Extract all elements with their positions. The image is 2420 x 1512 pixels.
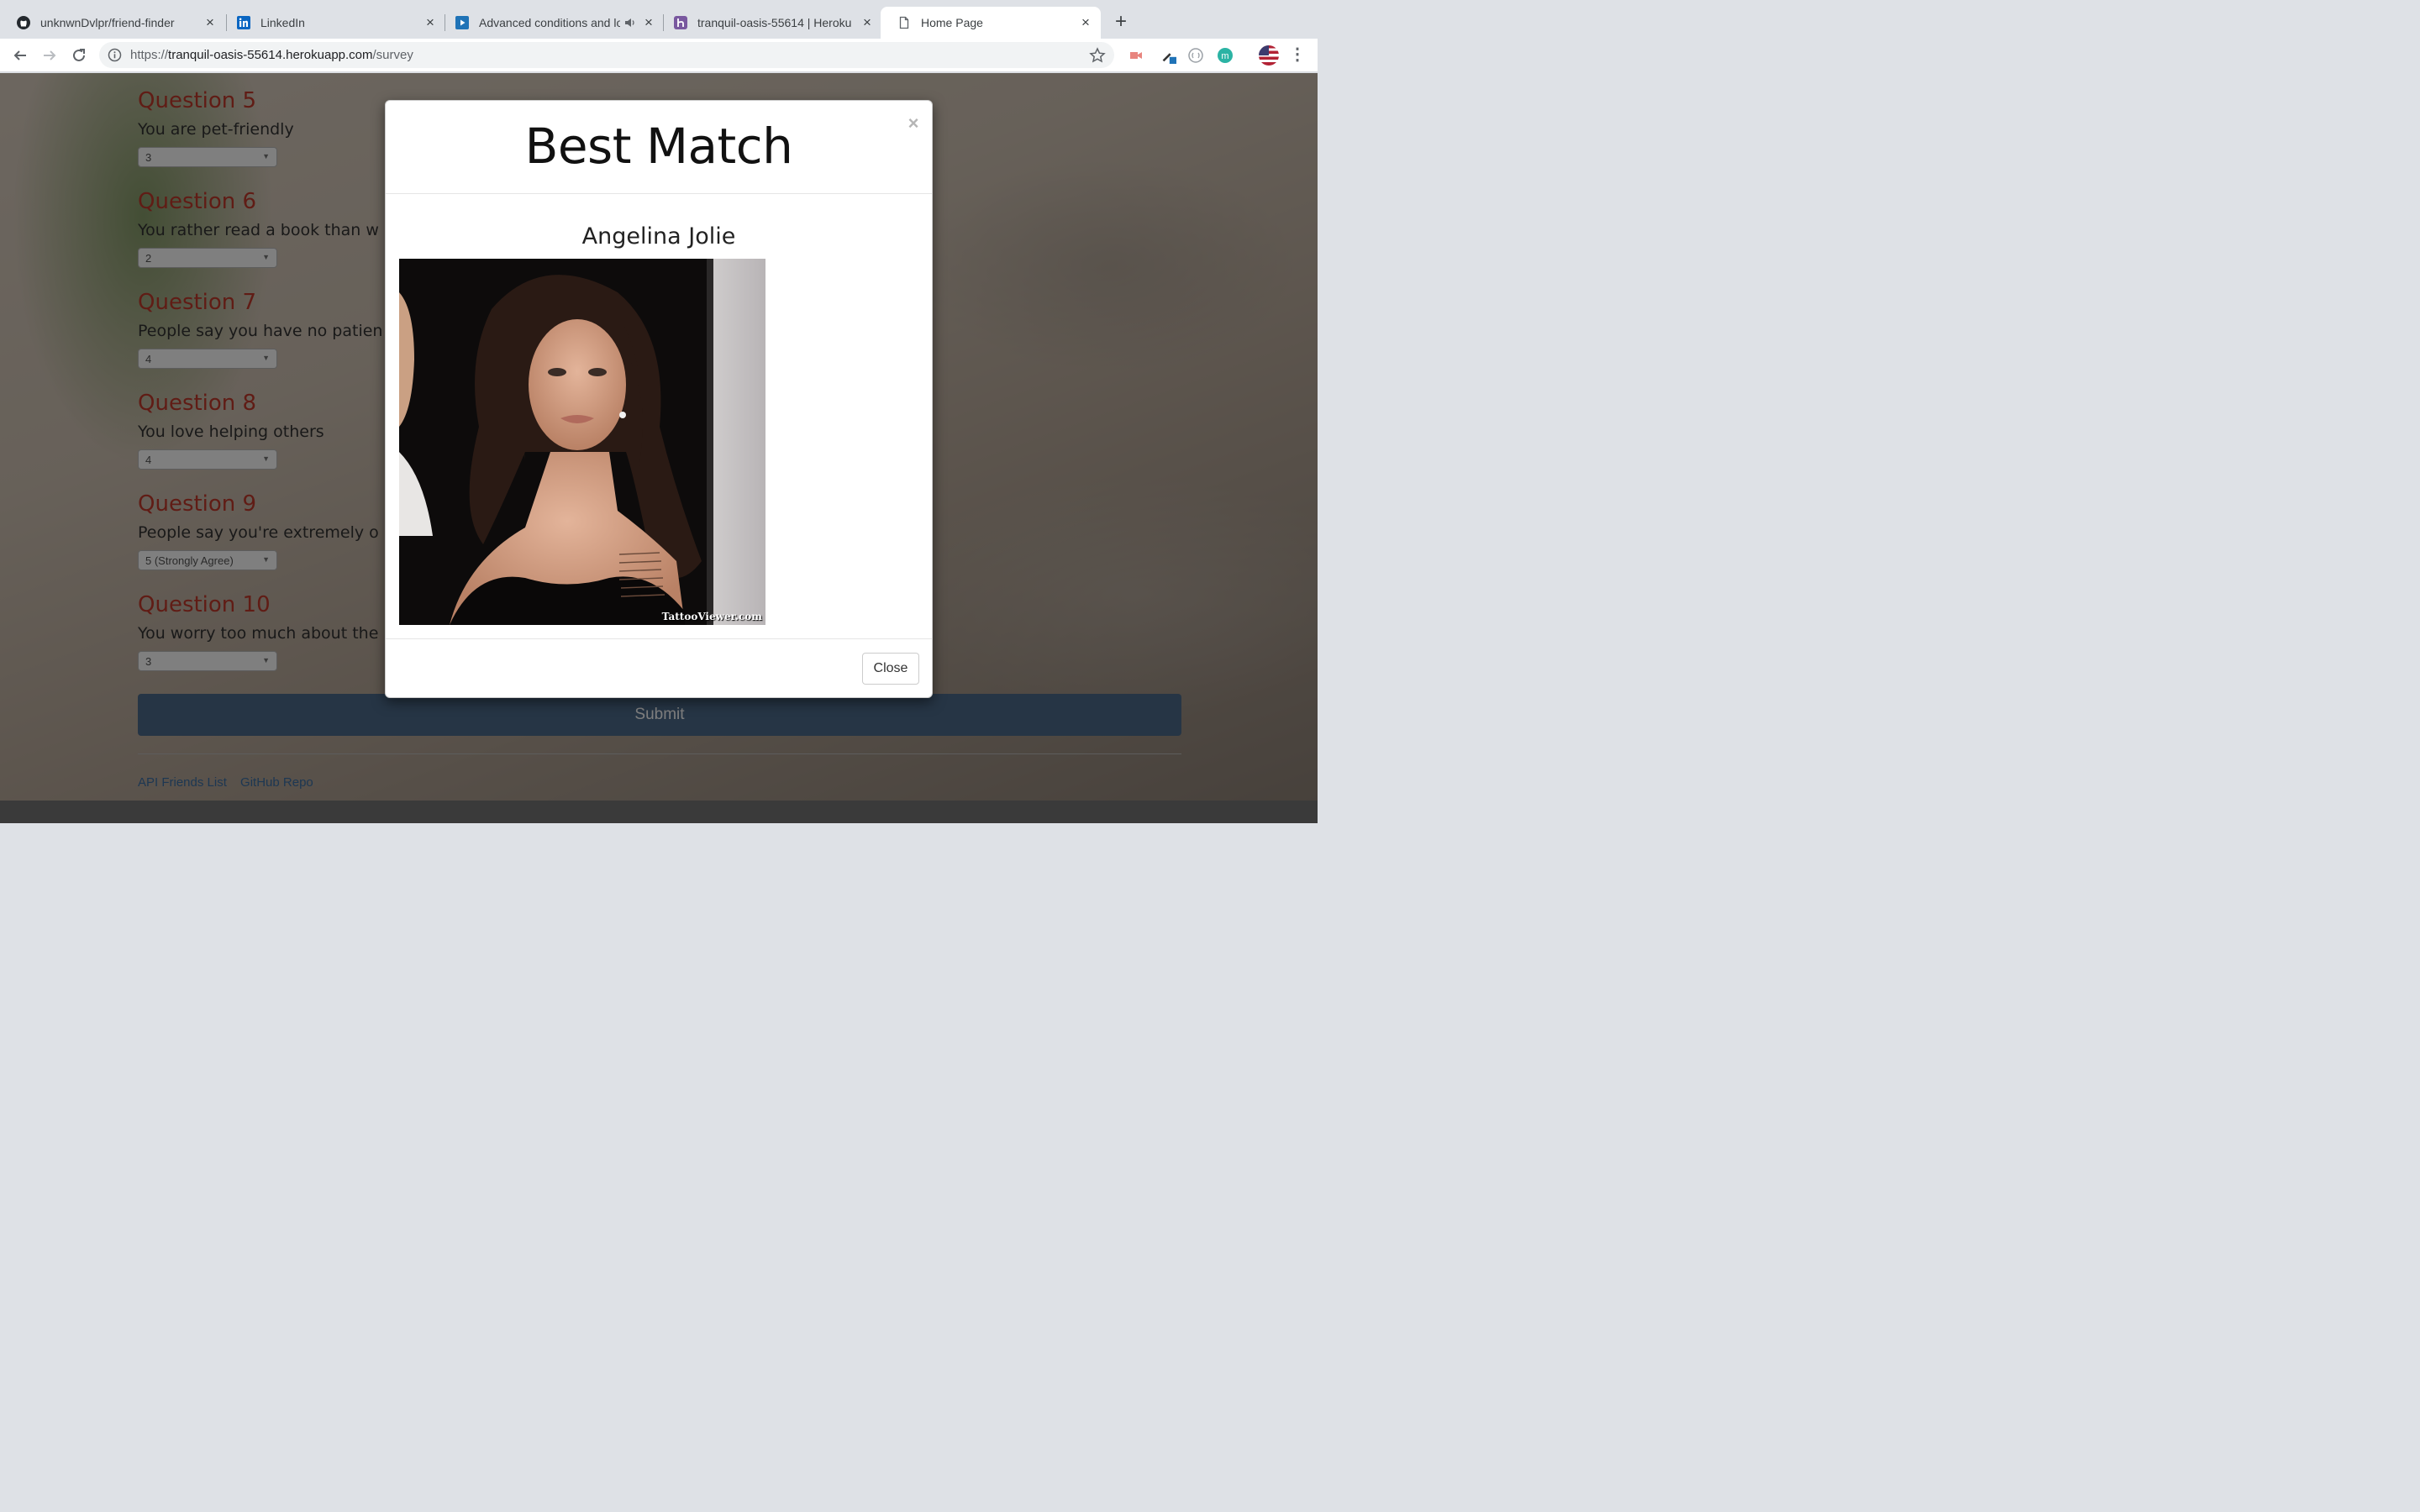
page-icon [897,16,911,29]
new-tab-icon[interactable]: + [1111,12,1131,32]
browser-toolbar: https://tranquil-oasis-55614.herokuapp.c… [0,39,1318,72]
tab-github[interactable]: unknwnDvlpr/friend-finder × [0,7,225,39]
close-button[interactable]: Close [862,653,919,685]
best-match-modal: Best Match × Angelina Jolie TattooViewer… [385,100,933,698]
tab-advanced-conditions[interactable]: Advanced conditions and lo × [439,7,664,39]
url-path: /survey [372,48,413,62]
profile-avatar[interactable] [1259,45,1279,66]
github-icon [17,16,30,29]
bookmark-star-icon[interactable] [1089,47,1106,64]
url-text: https://tranquil-oasis-55614.herokuapp.c… [130,48,413,62]
photo-watermark: TattooViewer.com [661,611,762,622]
tab-linkedin[interactable]: LinkedIn × [220,7,445,39]
extension-eyedropper-icon[interactable] [1160,47,1176,64]
close-icon[interactable]: × [642,15,655,29]
tab-title: Advanced conditions and lo [479,16,620,29]
close-icon[interactable]: × [860,15,874,29]
video-icon [455,16,469,29]
speaker-icon[interactable] [623,16,637,29]
back-icon[interactable] [10,45,30,66]
tab-title: tranquil-oasis-55614 | Heroku [697,16,852,29]
match-photo: TattooViewer.com [399,259,765,625]
svg-text:m: m [1221,51,1228,61]
tab-title: LinkedIn [260,16,305,29]
window-bottom-edge [0,801,1318,823]
address-bar[interactable]: https://tranquil-oasis-55614.herokuapp.c… [99,42,1114,68]
close-icon[interactable]: × [424,15,437,29]
linkedin-icon [237,16,250,29]
info-icon[interactable] [108,48,122,62]
modal-header: Best Match × [386,101,932,194]
tab-home-page[interactable]: Home Page × [881,7,1101,39]
reload-icon[interactable] [69,45,89,66]
heroku-icon [674,16,687,29]
extension-circle-icon[interactable] [1187,47,1204,64]
close-icon[interactable]: × [905,114,922,133]
modal-footer: Close [386,638,932,699]
forward-icon[interactable] [39,45,60,66]
url-host: tranquil-oasis-55614.herokuapp.com [168,48,373,62]
extension-record-icon[interactable] [1128,47,1144,64]
tab-title: Home Page [921,16,983,29]
tab-strip: unknwnDvlpr/friend-finder × LinkedIn × A… [0,0,1318,39]
tab-heroku[interactable]: tranquil-oasis-55614 | Heroku × [657,7,882,39]
modal-title: Best Match [524,118,793,175]
extension-m-icon[interactable]: m [1217,47,1234,64]
url-scheme: https:// [130,48,169,62]
match-name: Angelina Jolie [581,223,736,249]
close-icon[interactable]: × [203,15,217,29]
menu-dots-icon[interactable]: ⋮ [1289,45,1306,66]
tab-title: unknwnDvlpr/friend-finder [40,16,175,29]
close-icon[interactable]: × [1079,15,1092,29]
